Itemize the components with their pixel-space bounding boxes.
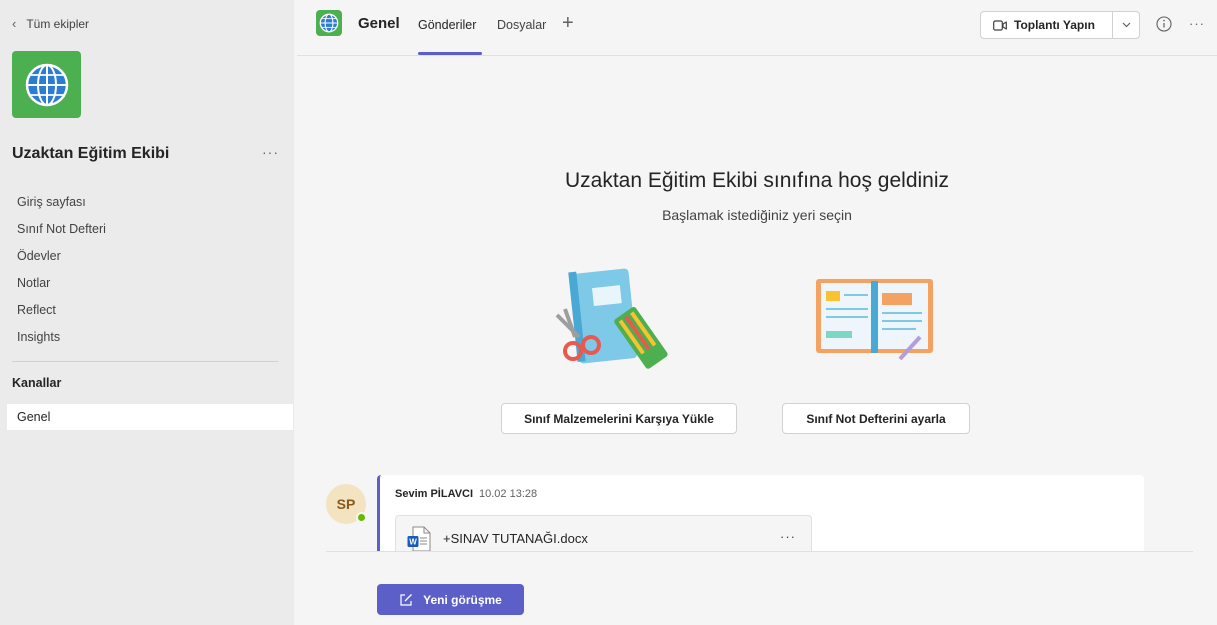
sidebar-item-assignments[interactable]: Ödevler: [0, 243, 294, 270]
info-icon: [1156, 16, 1172, 32]
channels-section-label: Kanallar: [12, 376, 62, 390]
active-tab-indicator: [418, 52, 482, 55]
meet-button[interactable]: Toplantı Yapın: [980, 11, 1113, 39]
attachment-name[interactable]: +SINAV TUTANAĞI.docx: [443, 531, 588, 546]
setup-class-notebook-button[interactable]: Sınıf Not Defterini ayarla: [782, 403, 970, 434]
team-avatar[interactable]: [12, 51, 81, 118]
meet-options-dropdown[interactable]: [1112, 11, 1140, 39]
back-label: Tüm ekipler: [26, 16, 90, 31]
welcome-subtitle: Başlamak istediğiniz yeri seçin: [662, 207, 852, 223]
new-conversation-button[interactable]: Yeni görüşme: [377, 584, 524, 615]
welcome-title: Uzaktan Eğitim Ekibi sınıfına hoş geldin…: [564, 169, 950, 192]
channel-item-general[interactable]: Genel: [7, 404, 293, 430]
back-to-teams-link[interactable]: ‹ Tüm ekipler: [12, 16, 89, 31]
chevron-left-icon: ‹: [12, 16, 17, 31]
class-materials-illustration: [555, 268, 668, 369]
channel-info-button[interactable]: [1155, 15, 1173, 33]
tab-posts[interactable]: Gönderiler: [418, 18, 476, 32]
upload-class-materials-button[interactable]: Sınıf Malzemelerini Karşıya Yükle: [501, 403, 737, 434]
post-timestamp: 10.02 13:28: [479, 488, 538, 500]
feed-divider: [326, 551, 1193, 552]
team-nav-list: Giriş sayfası Sınıf Not Defteri Ödevler …: [0, 189, 294, 351]
class-notebook-illustration: [816, 279, 933, 360]
compose-icon: [400, 593, 413, 606]
more-icon[interactable]: ···: [1189, 16, 1205, 31]
word-doc-icon: W: [407, 526, 431, 551]
add-tab-button[interactable]: +: [562, 12, 574, 35]
presence-indicator: [356, 512, 367, 523]
plus-icon: +: [562, 12, 574, 34]
sidebar-item-reflect[interactable]: Reflect: [0, 297, 294, 324]
channel-title: Genel: [358, 15, 400, 32]
team-more-options-button[interactable]: ···: [262, 144, 279, 160]
sidebar-item-grades[interactable]: Notlar: [0, 270, 294, 297]
globe-icon: [319, 13, 339, 33]
sidebar-divider: [12, 361, 278, 362]
post-card: Sevim PİLAVCI 10.02 13:28 W +SINAV TUTAN…: [377, 475, 1144, 551]
meet-button-label: Toplantı Yapın: [1014, 18, 1095, 32]
new-conversation-label: Yeni görüşme: [423, 592, 502, 607]
sidebar-item-class-notebook[interactable]: Sınıf Not Defteri: [0, 216, 294, 243]
channel-header: Genel Gönderiler Dosyalar + Toplantı Yap…: [297, 0, 1217, 56]
chevron-down-icon: [1122, 22, 1130, 28]
tab-files[interactable]: Dosyalar: [497, 18, 546, 32]
attachment-more-button[interactable]: ···: [780, 529, 796, 544]
sidebar-item-home[interactable]: Giriş sayfası: [0, 189, 294, 216]
team-name: Uzaktan Eğitim Ekibi: [12, 145, 170, 162]
attachment-card[interactable]: W +SINAV TUTANAĞI.docx ···: [395, 515, 812, 551]
globe-icon: [25, 63, 68, 106]
sidebar: ‹ Tüm ekipler Uzaktan Eğitim Ekibi ··· G…: [0, 0, 294, 625]
video-icon: [993, 19, 1007, 31]
post-author: Sevim PİLAVCI: [395, 488, 474, 500]
channel-team-icon: [316, 10, 342, 36]
sidebar-item-insights[interactable]: Insights: [0, 324, 294, 351]
svg-text:W: W: [409, 538, 417, 547]
